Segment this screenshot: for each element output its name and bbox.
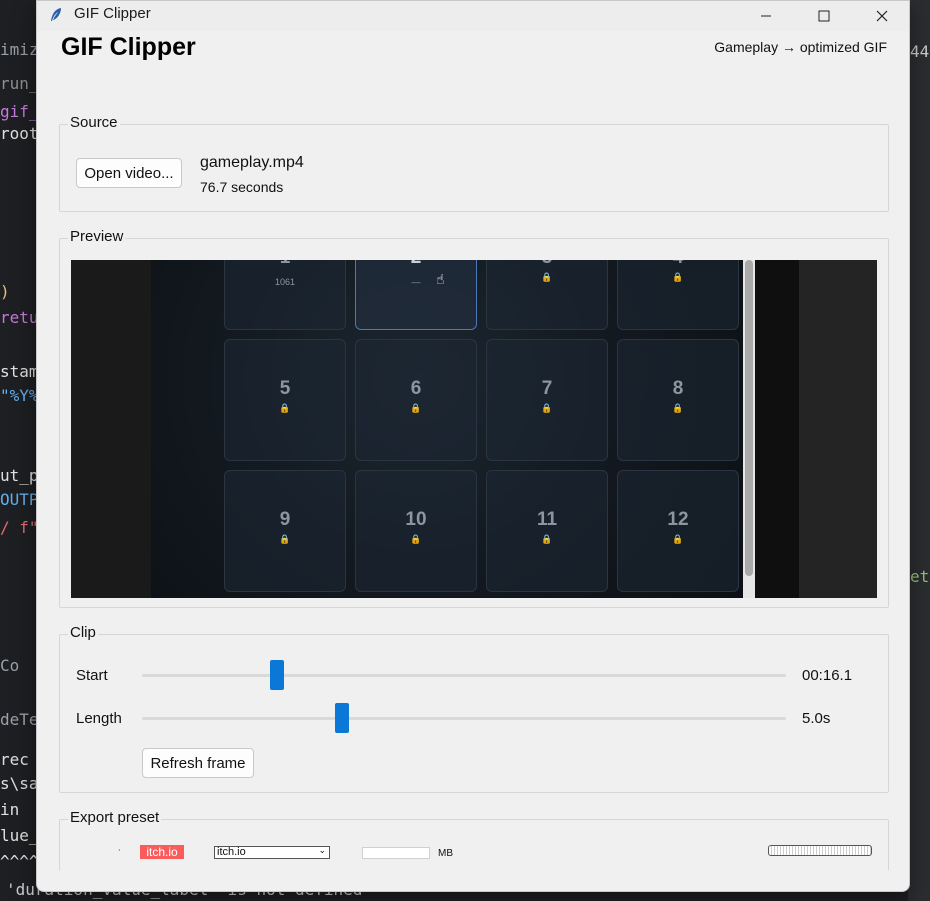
level-tile: 4🔒 [617, 260, 739, 330]
level-number: 7 [541, 378, 553, 399]
level-tile: 12 🔒 [617, 470, 739, 592]
source-duration: 76.7 seconds [200, 179, 284, 195]
start-value: 00:16.1 [802, 667, 853, 684]
source-group: Source Open video... gameplay.mp4 76.7 s… [59, 114, 889, 212]
background-code-line: Co [0, 656, 20, 675]
background-code-line: ) [0, 282, 10, 301]
preview-game-image: 110612—3🔒4🔒5🔒6🔒7🔒8🔒9🔒10🔒11🔒12🔒☝ [151, 260, 743, 598]
preview-group: Preview 110612—3🔒4🔒5🔒6🔒7🔒8🔒9🔒10🔒11🔒12🔒☝ [59, 228, 889, 608]
max-size-unit: MB [438, 848, 453, 859]
preview-letterbox-right [799, 260, 877, 598]
source-file-name: gameplay.mp4 [200, 154, 304, 171]
background-code-line: s\sa [0, 774, 39, 793]
background-code-line: root [0, 124, 39, 143]
level-number: 12 [667, 509, 689, 530]
preset-select-value: itch.io [217, 846, 246, 858]
start-slider[interactable] [142, 674, 786, 677]
level-number: 11 [536, 509, 558, 530]
level-number: 4 [618, 260, 738, 269]
background-code-line: stam [0, 362, 39, 381]
background-code-line: ut_p [0, 466, 39, 485]
export-group-label: Export preset [68, 809, 162, 826]
clip-group: Clip Start 00:16.1 Length 5.0s Refresh f… [59, 624, 889, 793]
source-group-label: Source [68, 114, 120, 131]
background-code-line: deTex [0, 710, 40, 729]
lock-icon: 🔒 [541, 273, 553, 283]
level-tile: 3🔒 [486, 260, 608, 330]
export-button[interactable] [768, 845, 872, 856]
background-code-line: ^^^^ [0, 852, 39, 871]
level-number: 9 [279, 509, 291, 530]
page-subtitle: Gameplay → optimized GIF [714, 39, 887, 55]
preview-dark-strip [755, 260, 799, 598]
background-code-line: / f" [0, 518, 39, 537]
app-header: GIF Clipper Gameplay → optimized GIF [37, 1, 909, 71]
preset-select[interactable]: itch.io ⌄ [214, 846, 330, 859]
bg-fragment-et: et [910, 567, 930, 586]
level-tile: 2— [355, 260, 477, 330]
level-number: 5 [279, 378, 291, 399]
lock-icon: 🔒 [672, 273, 684, 283]
level-score: 1061 [274, 277, 296, 287]
open-video-button[interactable]: Open video... [76, 158, 182, 188]
level-number: 1 [225, 260, 345, 269]
start-label: Start [76, 667, 108, 684]
level-number: 8 [672, 378, 684, 399]
preview-group-label: Preview [68, 228, 126, 245]
background-code-line: OUTP [0, 490, 39, 509]
bg-fragment-44: 44 [910, 42, 930, 61]
background-code-line: imize [0, 40, 40, 59]
background-code-line: in [0, 800, 20, 819]
page-title: GIF Clipper [61, 33, 196, 61]
background-editor-right: 44 et [908, 0, 930, 901]
length-slider-handle[interactable] [334, 703, 349, 733]
level-number: 10 [405, 509, 427, 530]
lock-icon: 🔒 [279, 404, 291, 414]
level-tile: 5 🔒 [224, 339, 346, 461]
preview-scrollbar-thumb [745, 260, 753, 576]
background-code-line: gif_ [0, 102, 39, 121]
level-number: 2 [356, 260, 476, 269]
level-tile: 7 🔒 [486, 339, 608, 461]
background-editor: imize run_ gif_root) retu stam "%Y% ut_p OUTP / … [0, 0, 40, 901]
level-number: 3 [487, 260, 607, 269]
lock-icon: 🔒 [672, 535, 684, 545]
clip-group-label: Clip [68, 624, 98, 641]
length-value: 5.0s [802, 710, 831, 727]
export-bullet: · [118, 846, 121, 855]
preview-frame: 110612—3🔒4🔒5🔒6🔒7🔒8🔒9🔒10🔒11🔒12🔒☝ [71, 260, 877, 598]
level-tile: 10 🔒 [355, 470, 477, 592]
gif-clipper-window: GIF Clipper GIF Clipper Gameplay → optim… [36, 0, 910, 892]
background-code-line: retu [0, 308, 39, 327]
lock-icon: 🔒 [410, 404, 422, 414]
level-tile: 1 1061 [224, 260, 346, 330]
export-group: Export preset · itch.io itch.io ⌄ MB [59, 809, 889, 871]
max-size-input[interactable] [362, 847, 430, 859]
length-slider[interactable] [142, 717, 786, 720]
level-tile: 6 🔒 [355, 339, 477, 461]
level-number: 6 [410, 378, 422, 399]
itch-io-badge: itch.io [140, 845, 184, 859]
background-code-line: "%Y% [0, 386, 39, 405]
lock-icon: 🔒 [541, 535, 553, 545]
level-tile: 8 🔒 [617, 339, 739, 461]
length-label: Length [76, 710, 122, 727]
level-tile: 9 🔒 [224, 470, 346, 592]
level-tile: 11 🔒 [486, 470, 608, 592]
background-code-line: run_ [0, 74, 39, 93]
refresh-frame-button[interactable]: Refresh frame [142, 748, 254, 778]
start-slider-handle[interactable] [270, 660, 285, 690]
lock-icon: 🔒 [279, 535, 291, 545]
lock-icon: 🔒 [410, 535, 422, 545]
lock-icon: 🔒 [541, 404, 553, 414]
preview-letterbox-left [71, 260, 151, 598]
lock-icon: 🔒 [672, 404, 684, 414]
chevron-down-icon: ⌄ [318, 846, 326, 855]
hand-cursor-icon: ☝ [436, 272, 445, 288]
level-score: — [411, 277, 421, 287]
background-code-line: lue_ [0, 826, 39, 845]
background-code-line: rec [0, 750, 29, 769]
